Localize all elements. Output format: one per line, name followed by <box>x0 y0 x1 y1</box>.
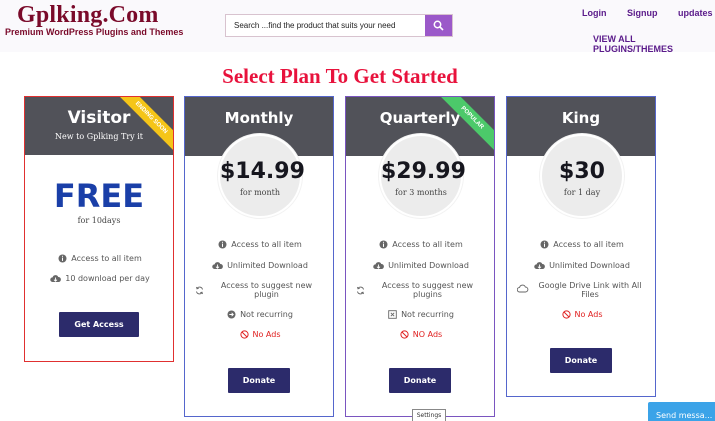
feature-text: 10 download per day <box>65 274 150 283</box>
refresh-icon <box>356 286 365 295</box>
feature-item: Access to suggest new plugins <box>356 281 486 299</box>
site-header: Gplking.Com Premium WordPress Plugins an… <box>0 0 715 54</box>
cloud-download-icon <box>50 274 62 283</box>
updates-link[interactable]: updates <box>678 8 713 18</box>
search-icon <box>433 20 444 31</box>
donate-button[interactable]: Donate <box>228 368 290 393</box>
feature-text: Not recurring <box>240 310 293 319</box>
feature-text: Access to all item <box>231 240 302 249</box>
arrow-right-icon <box>227 310 236 319</box>
plan-card-king: King $30 for 1 day Access to all item Un… <box>506 96 656 397</box>
feature-item: Unlimited Download <box>517 261 647 270</box>
feature-item: Not recurring <box>195 310 325 319</box>
feature-item: No Ads <box>195 330 325 339</box>
plan-subtitle: New to Gplking Try it <box>55 132 143 141</box>
feature-text: Access to all item <box>392 240 463 249</box>
feature-item: 10 download per day <box>35 274 165 283</box>
feature-item: Access to all item <box>35 254 165 263</box>
feature-item: Google Drive Link with All Files <box>517 281 647 299</box>
feature-text: Unlimited Download <box>549 261 630 270</box>
plan-card-visitor: Visitor New to Gplking Try it Ending Soo… <box>24 96 174 362</box>
feature-text: Not recurring <box>401 310 454 319</box>
feature-text: Unlimited Download <box>227 261 308 270</box>
plan-card-quarterly: Quarterly Popular $29.99 for 3 months Ac… <box>345 96 495 417</box>
ban-icon <box>239 330 249 339</box>
page-title: Select Plan To Get Started <box>222 64 458 88</box>
plan-price: $29.99 <box>381 159 466 184</box>
price-badge: $29.99 for 3 months <box>379 134 466 218</box>
signup-link[interactable]: Signup <box>627 8 658 18</box>
plan-price: $14.99 <box>220 159 305 184</box>
feature-item: Access to all item <box>195 240 325 249</box>
feature-item: Unlimited Download <box>195 261 325 270</box>
search-bar <box>225 14 453 37</box>
feature-text: Access to all item <box>71 254 142 263</box>
feature-item: Unlimited Download <box>356 261 486 270</box>
view-all-plugins-link[interactable]: VIEW ALL PLUGINS/THEMES <box>593 34 715 54</box>
plan-name: Monthly <box>224 109 294 127</box>
price-badge: $14.99 for month <box>218 134 305 218</box>
feature-text: No Ads <box>252 330 281 339</box>
refresh-icon <box>195 286 204 295</box>
feature-text: No Ads <box>574 310 603 319</box>
cloud-download-icon <box>373 261 384 270</box>
ban-icon <box>400 330 409 339</box>
search-input[interactable] <box>226 15 425 36</box>
cloud-link-icon <box>517 284 529 293</box>
info-icon <box>218 240 227 249</box>
feature-text: Google Drive Link with All Files <box>538 281 642 299</box>
donate-button[interactable]: Donate <box>550 348 612 373</box>
login-link[interactable]: Login <box>582 8 607 18</box>
info-icon <box>58 254 67 263</box>
feature-text: Access to all item <box>553 240 624 249</box>
search-button[interactable] <box>425 15 452 36</box>
feature-item: Not recurring <box>356 310 486 319</box>
site-logo[interactable]: Gplking.Com <box>17 2 159 29</box>
feature-text: Access to suggest new plugin <box>220 281 313 299</box>
plan-period: for month <box>239 188 281 197</box>
cloud-download-icon <box>212 261 223 270</box>
ban-icon <box>561 310 571 319</box>
price-badge: $30 for 1 day <box>540 134 624 218</box>
feature-item: No Ads <box>517 310 647 319</box>
info-icon <box>379 240 388 249</box>
plan-card-monthly: Monthly $14.99 for month Access to all i… <box>184 96 334 417</box>
settings-tab[interactable]: Settings <box>412 409 446 421</box>
plan-period: for 1 day <box>563 188 601 197</box>
close-box-icon <box>388 310 397 319</box>
site-tagline: Premium WordPress Plugins and Themes <box>5 27 184 37</box>
page: Gplking.Com Premium WordPress Plugins an… <box>0 0 715 421</box>
feature-text: NO Ads <box>412 330 443 339</box>
feature-item: Access to all item <box>517 240 647 249</box>
plan-period: for 3 months <box>395 188 447 197</box>
feature-item: Access to suggest new plugin <box>195 281 325 299</box>
plan-price: $30 <box>559 159 605 184</box>
info-icon <box>540 240 549 249</box>
chat-widget[interactable]: Send messa... <box>648 402 715 421</box>
get-access-button[interactable]: Get Access <box>59 312 139 337</box>
plan-period: for 10days <box>77 216 121 225</box>
feature-item: Access to all item <box>356 240 486 249</box>
plan-name: King <box>561 109 601 127</box>
donate-button[interactable]: Donate <box>389 368 451 393</box>
feature-text: Access to suggest new plugins <box>381 281 474 299</box>
plan-price: FREE <box>53 177 145 215</box>
cloud-download-icon <box>534 261 545 270</box>
feature-text: Unlimited Download <box>388 261 469 270</box>
feature-item: NO Ads <box>356 330 486 339</box>
